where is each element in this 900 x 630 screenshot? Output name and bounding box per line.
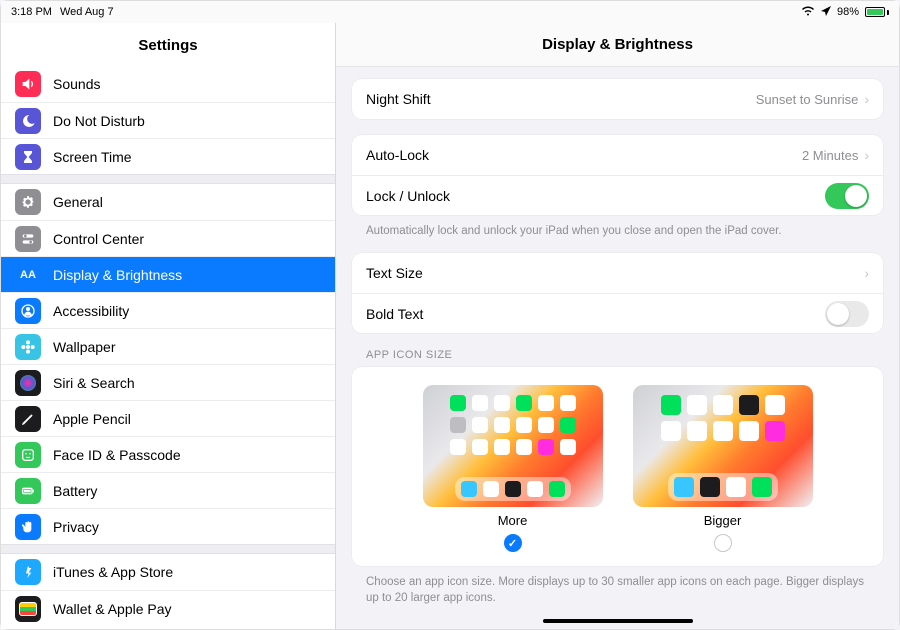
sidebar-item-label: Wallpaper	[53, 339, 116, 355]
bold-text-row: Bold Text	[352, 293, 883, 333]
auto-lock-row[interactable]: Auto-Lock 2 Minutes ›	[352, 135, 883, 175]
sidebar-item-label: Sounds	[53, 76, 100, 92]
night-shift-row[interactable]: Night Shift Sunset to Sunrise ›	[352, 79, 883, 119]
gear-icon	[15, 189, 41, 215]
appstore-icon	[15, 559, 41, 585]
sidebar-item-label: Siri & Search	[53, 375, 135, 391]
sidebar-item-wallet[interactable]: Wallet & Apple Pay	[1, 590, 335, 626]
icon-size-radio-bigger[interactable]	[714, 534, 732, 552]
sidebar-item-label: Accessibility	[53, 303, 129, 319]
sidebar-item-general[interactable]: General	[1, 184, 335, 220]
sidebar-item-dnd[interactable]: Do Not Disturb	[1, 102, 335, 138]
hand-icon	[15, 514, 41, 540]
sidebar-item-pencil[interactable]: Apple Pencil	[1, 400, 335, 436]
sidebar-item-label: Battery	[53, 483, 97, 499]
app-icon-size-group: More Bigger	[352, 367, 883, 566]
sidebar-item-label: Do Not Disturb	[53, 113, 145, 129]
app-icon-size-note: Choose an app icon size. More displays u…	[352, 574, 883, 615]
sidebar-item-sounds[interactable]: Sounds	[1, 66, 335, 102]
sidebar-item-label: Face ID & Passcode	[53, 447, 181, 463]
sidebar-item-label: Apple Pencil	[53, 411, 131, 427]
text-size-label: Text Size	[366, 265, 864, 281]
lock-unlock-toggle[interactable]	[825, 183, 869, 209]
sidebar-item-label: Screen Time	[53, 149, 132, 165]
settings-sidebar: Settings Sounds Do Not Disturb Screen Time…	[1, 23, 336, 629]
night-shift-value: Sunset to Sunrise	[756, 92, 859, 107]
detail-title: Display & Brightness	[336, 23, 899, 67]
sidebar-item-screentime[interactable]: Screen Time	[1, 138, 335, 174]
sidebar-item-faceid[interactable]: Face ID & Passcode	[1, 436, 335, 472]
lock-unlock-note: Automatically lock and unlock your iPad …	[352, 223, 883, 253]
person-icon	[15, 298, 41, 324]
chevron-right-icon: ›	[864, 147, 869, 163]
auto-lock-label: Auto-Lock	[366, 147, 802, 163]
sidebar-item-display[interactable]: AA Display & Brightness	[1, 256, 335, 292]
sidebar-item-privacy[interactable]: Privacy	[1, 508, 335, 544]
chevron-right-icon: ›	[864, 91, 869, 107]
battery-icon	[15, 478, 41, 504]
icon-size-radio-more[interactable]	[504, 534, 522, 552]
home-indicator[interactable]	[543, 619, 693, 623]
sidebar-title: Settings	[1, 23, 335, 66]
sidebar-item-label: General	[53, 194, 103, 210]
app-icon-size-header: APP ICON SIZE	[352, 349, 883, 367]
battery-icon	[865, 7, 889, 17]
wallet-icon	[15, 596, 41, 622]
sidebar-item-label: Display & Brightness	[53, 267, 182, 283]
bold-text-toggle[interactable]	[825, 301, 869, 327]
sidebar-item-label: Wallet & Apple Pay	[53, 601, 172, 617]
auto-lock-value: 2 Minutes	[802, 148, 858, 163]
switches-icon	[15, 226, 41, 252]
sidebar-item-siri[interactable]: Siri & Search	[1, 364, 335, 400]
siri-icon	[15, 370, 41, 396]
moon-icon	[15, 108, 41, 134]
location-icon	[821, 6, 831, 19]
sidebar-item-appstore[interactable]: iTunes & App Store	[1, 554, 335, 590]
pencil-icon	[15, 406, 41, 432]
status-time: 3:18 PM	[11, 6, 52, 18]
face-icon	[15, 442, 41, 468]
detail-pane: Display & Brightness Night Shift Sunset …	[336, 23, 899, 629]
icon-size-option-label: More	[498, 513, 528, 528]
bold-text-label: Bold Text	[366, 306, 825, 322]
battery-pct: 98%	[837, 6, 859, 18]
sidebar-item-battery[interactable]: Battery	[1, 472, 335, 508]
sidebar-item-label: iTunes & App Store	[53, 564, 173, 580]
flower-icon	[15, 334, 41, 360]
text-size-row[interactable]: Text Size ›	[352, 253, 883, 293]
sidebar-item-accessibility[interactable]: Accessibility	[1, 292, 335, 328]
status-date: Wed Aug 7	[60, 6, 114, 18]
speaker-icon	[15, 71, 41, 97]
icon-size-preview-bigger	[633, 385, 813, 507]
wifi-icon	[801, 6, 815, 19]
aa-icon: AA	[15, 262, 41, 288]
status-bar: 3:18 PM Wed Aug 7 98%	[1, 1, 899, 23]
chevron-right-icon: ›	[864, 265, 869, 281]
icon-size-option-label: Bigger	[704, 513, 742, 528]
lock-unlock-label: Lock / Unlock	[366, 188, 825, 204]
hourglass-icon	[15, 144, 41, 170]
sidebar-item-wallpaper[interactable]: Wallpaper	[1, 328, 335, 364]
sidebar-item-label: Control Center	[53, 231, 144, 247]
icon-size-preview-more	[423, 385, 603, 507]
icon-size-option-more[interactable]: More	[423, 385, 603, 552]
sidebar-item-controlcenter[interactable]: Control Center	[1, 220, 335, 256]
lock-unlock-row: Lock / Unlock	[352, 175, 883, 215]
sidebar-item-label: Privacy	[53, 519, 99, 535]
icon-size-option-bigger[interactable]: Bigger	[633, 385, 813, 552]
night-shift-label: Night Shift	[366, 91, 756, 107]
